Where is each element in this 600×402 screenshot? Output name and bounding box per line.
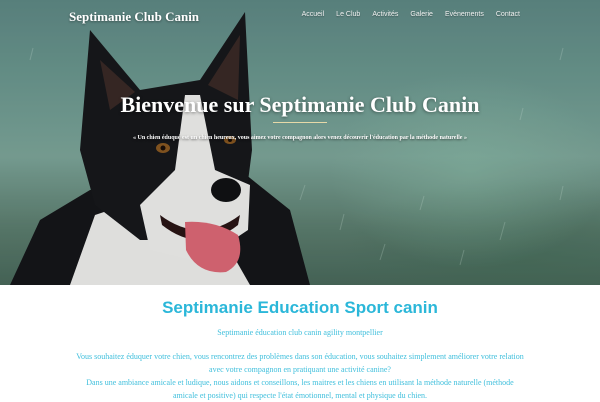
section-subtitle: Septimanie éducation club canin agility … [217,328,383,337]
intro-line: Dans une ambiance amicale et ludique, no… [86,378,514,387]
hero-heading: Bienvenue sur Septimanie Club Canin [120,92,480,117]
section-title: Septimanie Education Sport canin [162,298,438,317]
intro-line: Vous souhaitez éduquer votre chien, vous… [76,352,524,361]
intro-line: avec votre compagnon en pratiquant une a… [209,365,391,374]
nav-accueil[interactable]: Accueil [296,11,331,18]
intro-text: Vous souhaitez éduquer votre chien, vous… [60,350,540,402]
site-title[interactable]: Septimanie Club Canin [69,9,199,25]
intro-line: amicale et positive) qui respecte l'état… [172,391,428,400]
hero-divider [273,122,327,123]
hero-overlay [0,0,600,285]
hero-quote: « Un chien éduqué est un chien heureux, … [133,135,467,141]
hero-banner: Septimanie Club Canin Accueil Le Club Ac… [0,0,600,285]
main-nav: Accueil Le Club Activités Galerie Evènem… [296,11,526,18]
nav-activites[interactable]: Activités [366,11,404,18]
nav-le-club[interactable]: Le Club [330,11,366,18]
nav-evenements[interactable]: Evènements [439,11,490,18]
nav-galerie[interactable]: Galerie [404,11,439,18]
nav-contact[interactable]: Contact [490,11,526,18]
